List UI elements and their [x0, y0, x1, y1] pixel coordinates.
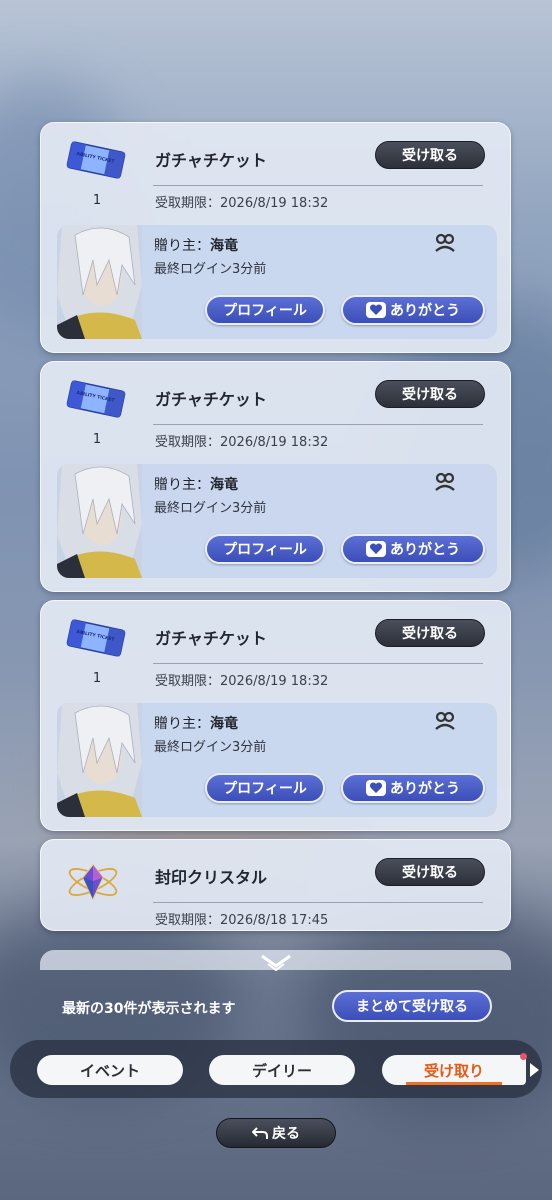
- divider: [153, 185, 483, 186]
- sender-prefix: 贈り主：: [154, 716, 210, 732]
- gift-card: ABILITY TICKET 1 ガチャチケット 受け取る 受取期限：2026/…: [40, 600, 511, 831]
- heart-icon: [366, 541, 386, 557]
- thanks-label: ありがとう: [390, 303, 460, 319]
- sealed-crystal-icon: [68, 863, 118, 901]
- back-button[interactable]: 戻る: [216, 1118, 336, 1148]
- item-quantity: 1: [92, 671, 102, 686]
- chevron-right-icon[interactable]: [528, 1062, 540, 1078]
- sender-label: 贈り主：海竜: [154, 713, 238, 733]
- link-icon[interactable]: [433, 233, 457, 255]
- receive-all-button[interactable]: まとめて受け取る: [332, 990, 492, 1022]
- tab-bar: イベント デイリー 受け取り: [10, 1040, 542, 1098]
- thanks-button[interactable]: ありがとう: [341, 295, 485, 325]
- receive-button[interactable]: 受け取る: [375, 619, 485, 647]
- item-quantity: 1: [92, 432, 102, 447]
- thanks-label: ありがとう: [390, 781, 460, 797]
- sender-avatar: [57, 225, 142, 339]
- gift-card: ABILITY TICKET 1 ガチャチケット 受け取る 受取期限：2026/…: [40, 122, 511, 353]
- heart-icon: [366, 302, 386, 318]
- profile-button[interactable]: プロフィール: [205, 295, 325, 325]
- link-icon[interactable]: [433, 472, 457, 494]
- tab-daily[interactable]: デイリー: [209, 1055, 355, 1085]
- tab-receive[interactable]: 受け取り: [382, 1055, 526, 1085]
- thanks-button[interactable]: ありがとう: [341, 534, 485, 564]
- receive-button[interactable]: 受け取る: [375, 380, 485, 408]
- tab-event[interactable]: イベント: [37, 1055, 183, 1085]
- divider: [153, 424, 483, 425]
- sender-name: 海竜: [210, 238, 238, 254]
- divider: [153, 663, 483, 664]
- receive-button[interactable]: 受け取る: [375, 858, 485, 886]
- return-icon: [252, 1127, 268, 1139]
- sender-prefix: 贈り主：: [154, 477, 210, 493]
- item-name: ガチャチケット: [155, 151, 267, 170]
- item-name: ガチャチケット: [155, 390, 267, 409]
- sender-panel: 贈り主：海竜 最終ログイン3分前 プロフィール ありがとう: [57, 703, 497, 817]
- thanks-label: ありがとう: [390, 542, 460, 558]
- sender-panel: 贈り主：海竜 最終ログイン3分前 プロフィール ありがとう: [57, 464, 497, 578]
- sender-avatar: [57, 703, 142, 817]
- back-label: 戻る: [272, 1126, 300, 1142]
- gift-card: 封印クリスタル 受け取る 受取期限：2026/8/18 17:45: [40, 839, 511, 931]
- scroll-down-chevron-icon[interactable]: [258, 952, 294, 974]
- expiry-date: 受取期限：2026/8/19 18:32: [155, 435, 329, 450]
- gacha-ticket-icon: ABILITY TICKET: [66, 141, 126, 179]
- last-login: 最終ログイン3分前: [154, 501, 267, 516]
- last-login: 最終ログイン3分前: [154, 262, 267, 277]
- expiry-date: 受取期限：2026/8/18 17:45: [155, 913, 329, 928]
- sender-label: 贈り主：海竜: [154, 235, 238, 255]
- sender-avatar: [57, 464, 142, 578]
- item-name: 封印クリスタル: [155, 868, 268, 887]
- sender-name: 海竜: [210, 477, 238, 493]
- heart-icon: [366, 780, 386, 796]
- sender-label: 贈り主：海竜: [154, 474, 238, 494]
- item-name: ガチャチケット: [155, 629, 267, 648]
- gacha-ticket-icon: ABILITY TICKET: [66, 380, 126, 418]
- expiry-date: 受取期限：2026/8/19 18:32: [155, 674, 329, 689]
- link-icon[interactable]: [433, 711, 457, 733]
- gacha-ticket-icon: ABILITY TICKET: [66, 619, 126, 657]
- receive-button[interactable]: 受け取る: [375, 141, 485, 169]
- profile-button[interactable]: プロフィール: [205, 773, 325, 803]
- thanks-button[interactable]: ありがとう: [341, 773, 485, 803]
- notification-dot: [520, 1053, 527, 1060]
- last-login: 最終ログイン3分前: [154, 740, 267, 755]
- profile-button[interactable]: プロフィール: [205, 534, 325, 564]
- divider: [153, 902, 483, 903]
- sender-name: 海竜: [210, 716, 238, 732]
- sender-panel: 贈り主：海竜 最終ログイン3分前 プロフィール ありがとう: [57, 225, 497, 339]
- sender-prefix: 贈り主：: [154, 238, 210, 254]
- gift-card: ABILITY TICKET 1 ガチャチケット 受け取る 受取期限：2026/…: [40, 361, 511, 592]
- expiry-date: 受取期限：2026/8/19 18:32: [155, 196, 329, 211]
- item-quantity: 1: [92, 193, 102, 208]
- list-limit-notice: 最新の30件が表示されます: [62, 1001, 236, 1017]
